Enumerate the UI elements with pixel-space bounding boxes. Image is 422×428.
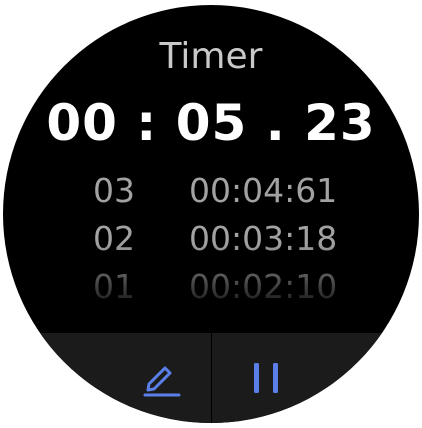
lap-time: 00:04:61: [189, 171, 338, 210]
elapsed-time-display: 00 : 05 . 23: [46, 94, 376, 152]
lap-number: 01: [93, 267, 135, 306]
lap-list[interactable]: 03 00:04:61 02 00:03:18 01 00:02:10: [3, 171, 419, 306]
lap-row: 01 00:02:10: [3, 267, 419, 307]
pause-icon: [254, 363, 278, 393]
lap-time: 00:03:18: [189, 219, 338, 258]
lap-number: 02: [93, 219, 135, 258]
lap-number: 03: [93, 171, 135, 210]
lap-time: 00:02:10: [189, 267, 338, 306]
edit-pencil-icon: [143, 366, 181, 397]
control-bar: [3, 333, 419, 423]
edit-button[interactable]: [3, 333, 211, 423]
pause-button[interactable]: [212, 333, 419, 423]
screen-title: Timer: [159, 36, 263, 77]
watch-face: Timer 00 : 05 . 23 03 00:04:61 02 00:03:…: [3, 5, 419, 423]
lap-row: 03 00:04:61: [3, 171, 419, 211]
lap-row: 02 00:03:18: [3, 219, 419, 259]
